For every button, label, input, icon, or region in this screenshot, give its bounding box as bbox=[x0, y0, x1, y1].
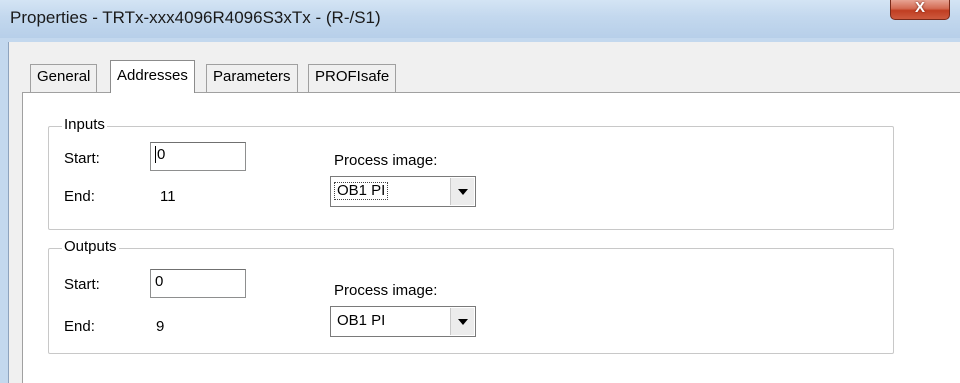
inputs-end-value: 11 bbox=[160, 188, 176, 205]
chevron-down-icon[interactable] bbox=[450, 178, 474, 205]
chevron-down-icon[interactable] bbox=[450, 308, 474, 335]
inputs-start-value: 0 bbox=[155, 146, 166, 163]
tab-general[interactable]: General bbox=[30, 64, 98, 92]
inputs-start-field[interactable]: 0 bbox=[150, 142, 246, 171]
inputs-start-label: Start: bbox=[64, 150, 100, 167]
inputs-process-image-dropdown[interactable]: OB1 PI bbox=[330, 176, 476, 207]
close-button[interactable]: X bbox=[890, 0, 950, 20]
inputs-legend: Inputs bbox=[62, 116, 107, 133]
outputs-start-value: 0 bbox=[155, 273, 164, 290]
outputs-end-value: 9 bbox=[156, 318, 165, 335]
tab-profisafe[interactable]: PROFIsafe bbox=[308, 64, 397, 92]
outputs-legend: Outputs bbox=[62, 238, 119, 255]
inputs-end-label: End: bbox=[64, 188, 95, 205]
tab-parameters[interactable]: Parameters bbox=[206, 64, 298, 92]
inputs-process-image-label: Process image: bbox=[334, 152, 438, 169]
tab-addresses[interactable]: Addresses bbox=[110, 60, 195, 93]
outputs-group bbox=[48, 248, 894, 354]
title-bar[interactable]: Properties - TRTx-xxx4096R4096S3xTx - (R… bbox=[0, 0, 960, 38]
outputs-end-label: End: bbox=[64, 318, 95, 335]
outputs-start-label: Start: bbox=[64, 276, 100, 293]
window-title: Properties - TRTx-xxx4096R4096S3xTx - (R… bbox=[10, 8, 381, 27]
outputs-process-image-label: Process image: bbox=[334, 282, 438, 299]
outputs-process-image-dropdown[interactable]: OB1 PI bbox=[330, 306, 476, 337]
inputs-process-image-value: OB1 PI bbox=[334, 182, 389, 200]
close-icon: X bbox=[914, 0, 925, 16]
outputs-start-field[interactable]: 0 bbox=[150, 269, 246, 298]
outputs-process-image-value: OB1 PI bbox=[337, 312, 386, 329]
